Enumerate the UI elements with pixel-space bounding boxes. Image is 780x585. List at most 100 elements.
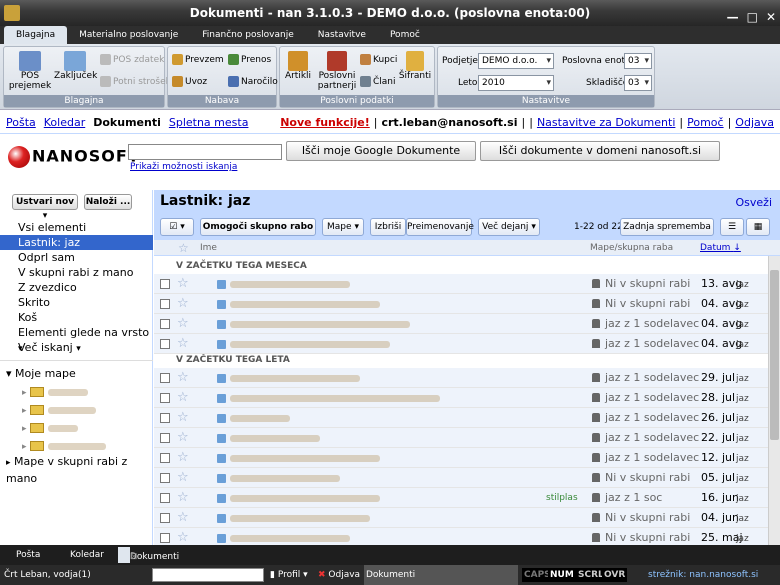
doc-name-redacted[interactable] <box>230 448 380 468</box>
bottom-tab-posta[interactable]: Pošta <box>10 547 46 563</box>
help-link[interactable]: Pomoč <box>687 116 723 129</box>
row-checkbox[interactable] <box>160 493 170 503</box>
uvoz-button[interactable]: Uvoz <box>172 75 207 89</box>
row-checkbox[interactable] <box>160 319 170 329</box>
doc-name-redacted[interactable] <box>230 408 290 428</box>
star-icon[interactable]: ☆ <box>177 428 189 448</box>
tab-blagajna[interactable]: Blagajna <box>4 26 68 44</box>
settings-link[interactable]: Nastavitve za Dokumenti <box>537 116 675 129</box>
doc-name-redacted[interactable] <box>230 368 360 388</box>
tab-materialno[interactable]: Materialno poslovanje <box>67 26 190 44</box>
row-checkbox[interactable] <box>160 339 170 349</box>
new-features-link[interactable]: Nove funkcije! <box>280 116 370 129</box>
star-icon[interactable]: ☆ <box>177 508 189 528</box>
bottom-tab-koledar[interactable]: Koledar <box>64 547 110 563</box>
podjetje-select[interactable]: DEMO d.o.o. <box>478 53 554 69</box>
shared-folders[interactable]: ▸ Mape v skupni rabi z mano <box>0 454 153 485</box>
pos-prejemek-button[interactable]: POS prejemek <box>8 51 52 91</box>
table-row[interactable]: ☆ jaz z 1 sodelavec 28. jul jaz <box>154 388 768 408</box>
folder-item[interactable]: ▸ <box>22 438 152 453</box>
tab-financno[interactable]: Finančno poslovanje <box>190 26 305 44</box>
tab-pomoc[interactable]: Pomoč <box>378 26 432 44</box>
star-icon[interactable]: ☆ <box>177 488 189 508</box>
folder-item[interactable]: ▸ <box>22 402 152 417</box>
doc-name-redacted[interactable] <box>230 334 390 354</box>
sidebar-item-all[interactable]: Vsi elementi <box>0 220 153 235</box>
pe-select[interactable]: 03 <box>624 53 652 69</box>
search-domain-button[interactable]: Išči dokumente v domeni nanosoft.si <box>480 141 720 161</box>
table-row[interactable]: ☆ jaz z 1 sodelavec 04. avg jaz <box>154 334 768 354</box>
sort-select[interactable]: Zadnja sprememba ▾ <box>620 218 714 248</box>
doc-name-redacted[interactable] <box>230 488 380 508</box>
share-button[interactable]: Omogoči skupno rabo ▾ <box>200 218 316 248</box>
folder-item[interactable]: ▸ <box>22 420 152 435</box>
star-icon[interactable]: ☆ <box>177 314 189 334</box>
my-folders[interactable]: ▾ Moje mape <box>0 366 153 381</box>
sidebar-item-trash[interactable]: Koš <box>0 310 153 325</box>
grid-view-icon[interactable]: ▦ <box>746 218 770 236</box>
table-row[interactable]: ☆ Ni v skupni rabi 05. jul jaz <box>154 468 768 488</box>
doc-name-redacted[interactable] <box>230 274 350 294</box>
table-row[interactable]: ☆ Ni v skupni rabi 25. maj jaz <box>154 528 768 545</box>
skladisce-select[interactable]: 03 <box>624 75 652 91</box>
status-dropdown[interactable] <box>152 568 264 582</box>
upload-button[interactable]: Naloži ... <box>84 194 132 210</box>
doc-name-redacted[interactable] <box>230 528 350 545</box>
doc-name-redacted[interactable] <box>230 468 340 488</box>
col-date[interactable]: Datum ↓ <box>700 240 741 256</box>
zakljucek-button[interactable]: Zaključek <box>54 51 97 81</box>
star-icon[interactable]: ☆ <box>177 468 189 488</box>
table-row[interactable]: ☆ jaz z 1 sodelavec 29. jul jaz <box>154 368 768 388</box>
row-checkbox[interactable] <box>160 473 170 483</box>
search-input[interactable] <box>128 144 282 160</box>
logout-link[interactable]: Odjava <box>735 116 774 129</box>
list-view-icon[interactable]: ☰ <box>720 218 744 236</box>
star-icon[interactable]: ☆ <box>177 274 189 294</box>
sifranti-button[interactable]: Šifranti <box>398 51 432 81</box>
doc-name-redacted[interactable] <box>230 508 370 528</box>
row-checkbox[interactable] <box>160 279 170 289</box>
table-row[interactable]: ☆ jaz z 1 sodelavec 22. jul jaz <box>154 428 768 448</box>
prevzem-button[interactable]: Prevzem <box>172 53 224 67</box>
sidebar-item-owned[interactable]: Lastnik: jaz <box>0 235 153 250</box>
sidebar-item-hidden[interactable]: Skrito <box>0 295 153 310</box>
odjava-button[interactable]: ✖ Odjava <box>318 565 360 585</box>
table-row[interactable]: ☆ Ni v skupni rabi 13. avg jaz <box>154 274 768 294</box>
rename-button[interactable]: Preimenovanje <box>406 218 474 236</box>
sidebar-item-opened[interactable]: Odprl sam <box>0 250 153 265</box>
folder-item[interactable]: ▸ <box>22 384 152 399</box>
refresh-link[interactable]: Osveži <box>736 196 773 209</box>
table-row[interactable]: ☆ jaz z 1 sodelavec 04. avg jaz <box>154 314 768 334</box>
nav-koledar[interactable]: Koledar <box>44 116 85 129</box>
partnerji-button[interactable]: Poslovni partnerji <box>316 51 358 91</box>
narocilo-button[interactable]: Naročilo <box>228 75 278 89</box>
row-checkbox[interactable] <box>160 433 170 443</box>
doc-tag[interactable]: stilplas <box>546 488 578 508</box>
close-tab-icon[interactable]: ⊠ <box>124 549 144 565</box>
search-google-button[interactable]: Išči moje Google Dokumente <box>286 141 476 161</box>
nav-spletna[interactable]: Spletna mesta <box>169 116 249 129</box>
star-icon[interactable]: ☆ <box>177 334 189 354</box>
row-checkbox[interactable] <box>160 373 170 383</box>
table-row[interactable]: ☆ jaz z 1 sodelavec 26. jul jaz <box>154 408 768 428</box>
row-checkbox[interactable] <box>160 513 170 523</box>
vertical-scrollbar[interactable] <box>768 256 780 545</box>
row-checkbox[interactable] <box>160 453 170 463</box>
sidebar-item-by-type[interactable]: Elementi glede na vrsto ▾ <box>0 325 153 354</box>
table-row[interactable]: ☆ Ni v skupni rabi 04. avg jaz <box>154 294 768 314</box>
doc-name-redacted[interactable] <box>230 294 380 314</box>
sidebar-item-starred[interactable]: Z zvezdico <box>0 280 153 295</box>
bottom-tab-dokumenti[interactable]: Dokumenti ⊠ <box>118 547 179 563</box>
sidebar-item-shared[interactable]: V skupni rabi z mano <box>0 265 153 280</box>
star-icon[interactable]: ☆ <box>177 528 189 545</box>
row-checkbox[interactable] <box>160 299 170 309</box>
table-row[interactable]: ☆ Ni v skupni rabi 04. jun jaz <box>154 508 768 528</box>
folders-button[interactable]: Mape ▾ <box>322 218 364 236</box>
prenos-button[interactable]: Prenos <box>228 53 271 67</box>
star-icon[interactable]: ☆ <box>177 294 189 314</box>
col-name[interactable]: Ime <box>200 240 217 256</box>
star-icon[interactable]: ☆ <box>177 448 189 468</box>
nav-posta[interactable]: Pošta <box>6 116 36 129</box>
profil-button[interactable]: ▮ Profil ▾ <box>270 565 308 585</box>
artikli-button[interactable]: Artikli <box>282 51 314 81</box>
